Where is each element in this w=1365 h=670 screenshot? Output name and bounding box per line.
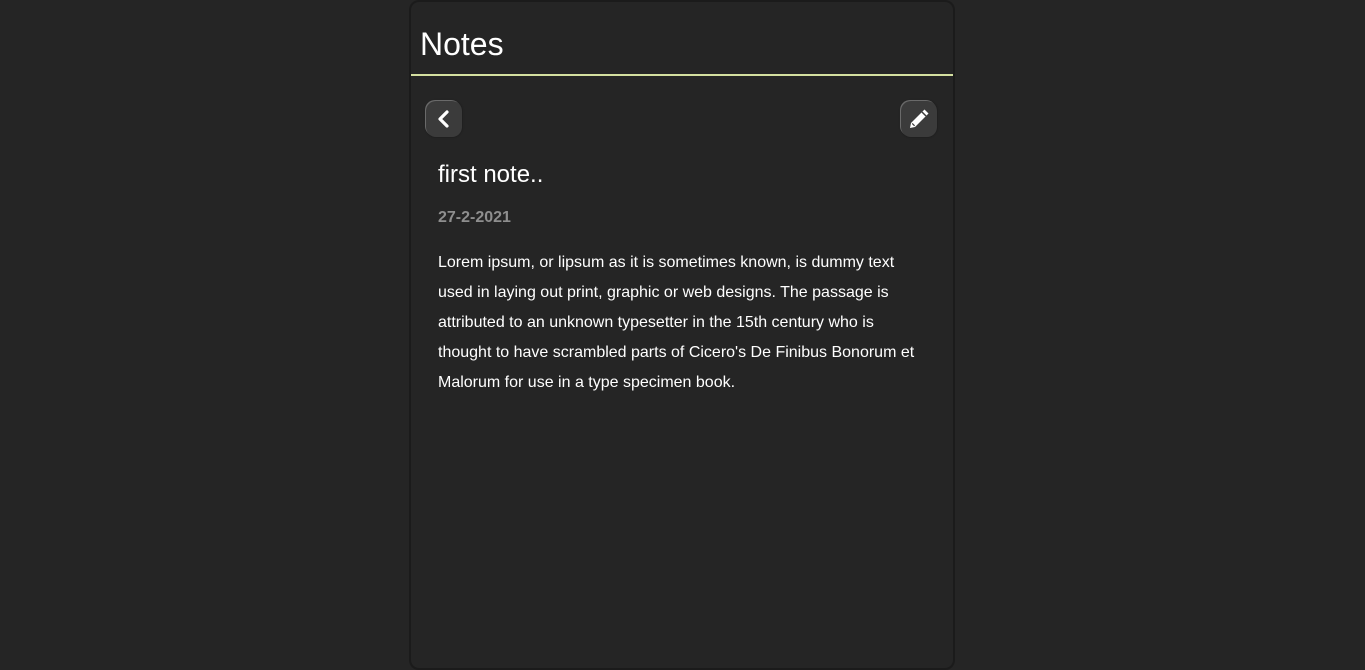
note-body: Lorem ipsum, or lipsum as it is sometime… [438, 254, 915, 391]
back-button[interactable] [426, 101, 462, 137]
note-detail: first note.. 27-2-2021 Lorem ipsum, or l… [438, 160, 928, 398]
pencil-icon [907, 107, 931, 131]
app-header: Notes [411, 2, 953, 76]
page-title: Notes [420, 26, 504, 62]
notes-app-panel: Notes first note.. 27-2-2021 Lorem ipsum… [409, 0, 955, 670]
edit-button[interactable] [901, 101, 937, 137]
chevron-left-icon [434, 109, 454, 129]
note-title: first note.. [438, 161, 544, 188]
note-date: 27-2-2021 [438, 209, 511, 226]
note-toolbar [411, 76, 953, 146]
